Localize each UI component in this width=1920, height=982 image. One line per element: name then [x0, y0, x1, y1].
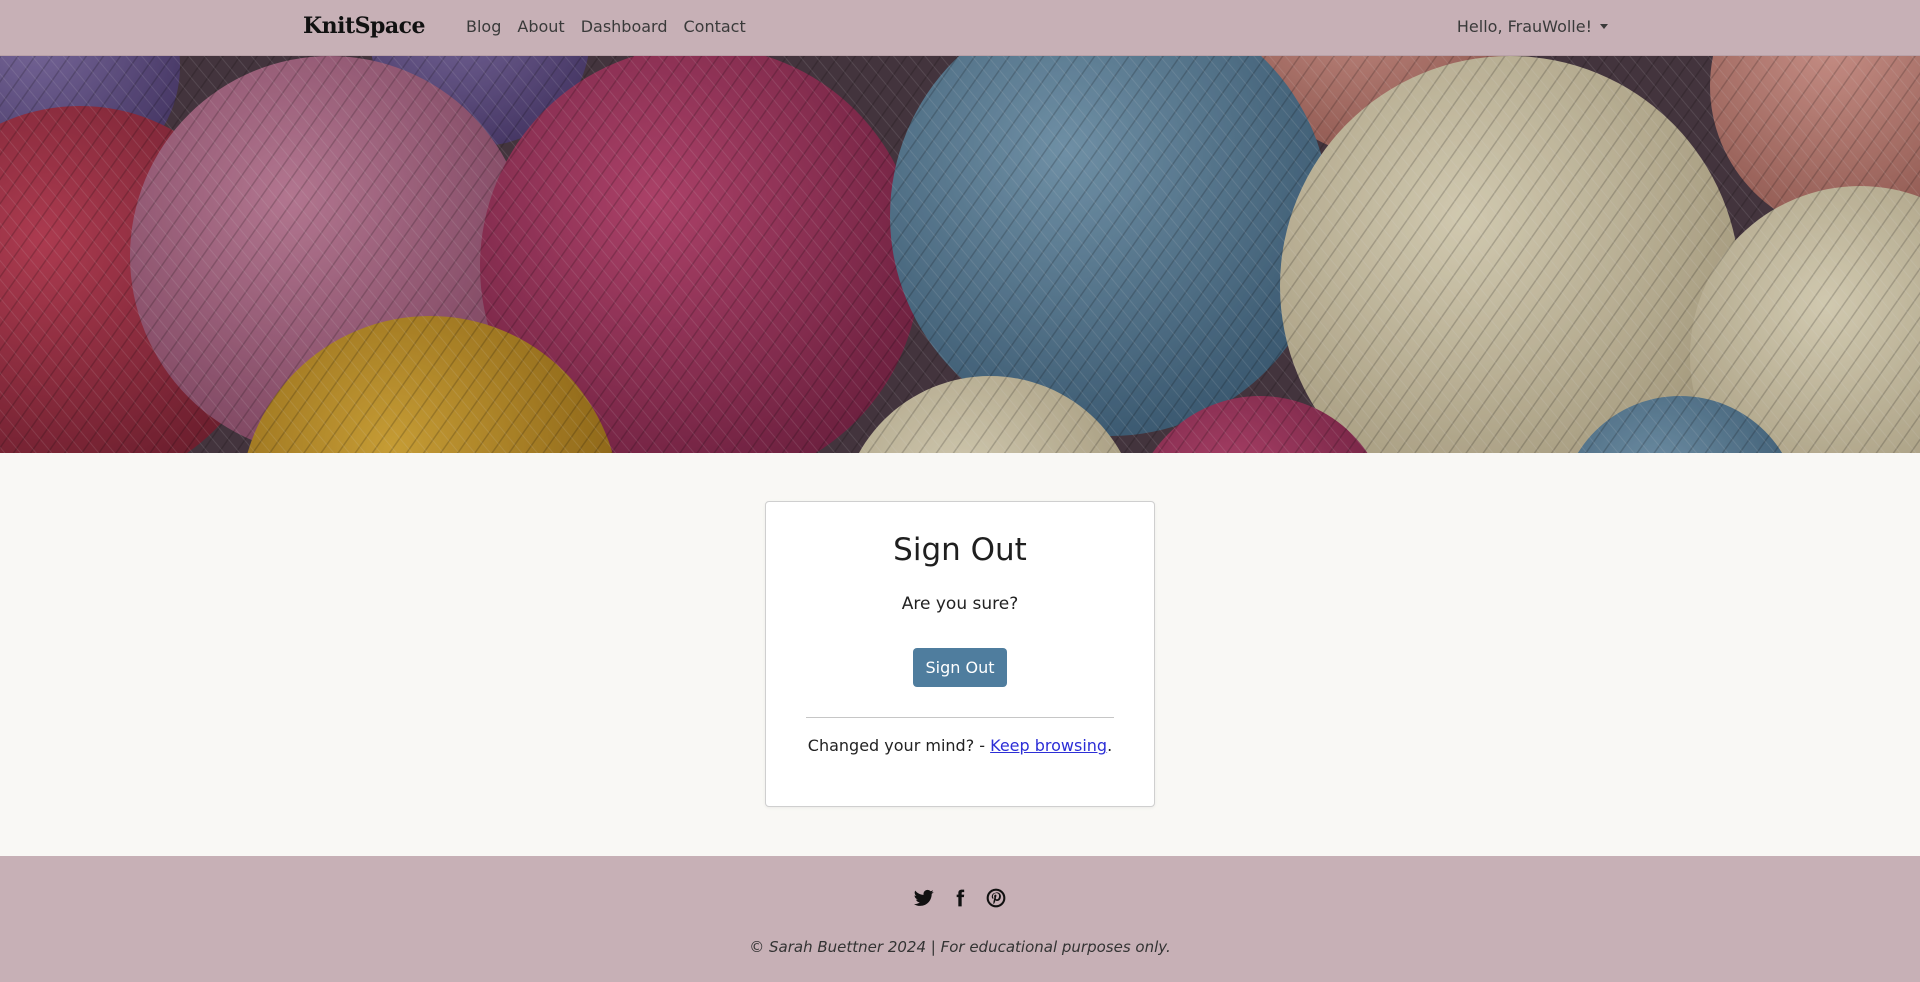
- navbar: KnitSpace Blog About Dashboard Contact H…: [0, 0, 1920, 56]
- sign-out-button[interactable]: Sign Out: [913, 648, 1007, 687]
- changed-mind-prefix: Changed your mind? -: [807, 736, 991, 755]
- hero-image: [0, 56, 1920, 453]
- changed-mind-suffix: .: [1107, 736, 1113, 755]
- divider: [806, 717, 1114, 718]
- nav-link-about[interactable]: About: [517, 17, 564, 36]
- nav-links: Blog About Dashboard Contact: [466, 17, 746, 36]
- keep-browsing-link[interactable]: Keep browsing: [990, 736, 1107, 755]
- nav-link-contact[interactable]: Contact: [684, 17, 746, 36]
- nav-link-dashboard[interactable]: Dashboard: [581, 17, 668, 36]
- nav-link-blog[interactable]: Blog: [466, 17, 501, 36]
- twitter-icon[interactable]: [914, 888, 934, 908]
- confirm-question: Are you sure?: [901, 594, 1019, 614]
- yarn-balls-illustration: [0, 56, 1920, 453]
- facebook-icon[interactable]: [950, 888, 970, 908]
- user-menu-dropdown[interactable]: Hello, FrauWolle!: [1457, 17, 1608, 36]
- user-greeting: Hello, FrauWolle!: [1456, 17, 1592, 36]
- pinterest-icon[interactable]: [986, 888, 1006, 908]
- brand-logo[interactable]: KnitSpace: [303, 13, 426, 39]
- footer: © Sarah Buettner 2024 | For educational …: [0, 856, 1920, 982]
- signout-card: Sign Out Are you sure? Sign Out Changed …: [765, 501, 1155, 807]
- copyright-text: © Sarah Buettner 2024 | For educational …: [749, 938, 1171, 956]
- page-title: Sign Out: [893, 532, 1027, 568]
- changed-mind-text: Changed your mind? - Keep browsing.: [766, 736, 1154, 755]
- social-links: [0, 888, 1920, 908]
- chevron-down-icon: [1600, 24, 1608, 29]
